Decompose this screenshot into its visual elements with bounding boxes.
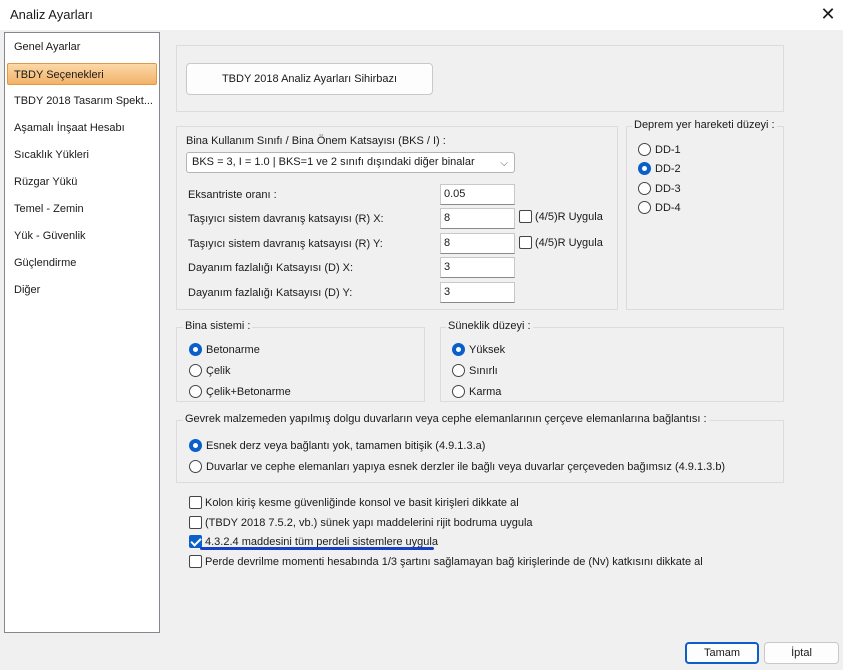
celik-label: Çelik	[206, 365, 231, 377]
title-bar: Analiz Ayarları ✕	[0, 0, 843, 30]
betonarme-radio[interactable]	[189, 343, 202, 356]
earthquake-level-panel	[626, 126, 784, 310]
dx-input[interactable]: 3	[440, 257, 515, 278]
window-title: Analiz Ayarları	[10, 7, 93, 22]
column-beam-shear-label: Kolon kiriş kesme güvenliğinde konsol ve…	[205, 497, 519, 509]
sinirli-label: Sınırlı	[469, 365, 498, 377]
sidebar-item-guclendirme[interactable]: Güçlendirme	[5, 252, 159, 274]
ductile-rigid-basement-checkbox[interactable]	[189, 516, 202, 529]
sidebar-item-genel-ayarlar[interactable]: Genel Ayarlar	[5, 36, 159, 58]
sidebar-item-yuk-guvenlik[interactable]: Yük - Güvenlik	[5, 225, 159, 247]
eccentricity-label: Eksantriste oranı :	[188, 189, 277, 201]
independent-walls-label: Duvarlar ve cephe elemanları yapıya esne…	[206, 461, 726, 473]
infill-walls-label: Gevrek malzemeden yapılmış dolgu duvarla…	[183, 413, 709, 425]
ductility-label: Süneklik düzeyi :	[446, 320, 533, 332]
dd2-label: DD-2	[655, 163, 681, 175]
eccentricity-input[interactable]: 0.05	[440, 184, 515, 205]
dd1-radio[interactable]	[638, 143, 651, 156]
dd4-radio[interactable]	[638, 201, 651, 214]
ok-button[interactable]: Tamam	[685, 642, 759, 664]
dy-label: Dayanım fazlalığı Katsayısı (D) Y:	[188, 287, 353, 299]
dx-label: Dayanım fazlalığı Katsayısı (D) X:	[188, 262, 354, 274]
rx-label: Taşıyıcı sistem davranış katsayısı (R) X…	[188, 213, 384, 225]
independent-walls-radio[interactable]	[189, 460, 202, 473]
ductile-rigid-basement-label: (TBDY 2018 7.5.2, vb.) sünek yapı maddel…	[205, 517, 533, 529]
dy-input[interactable]: 3	[440, 282, 515, 303]
rx-reduction-label: (4/5)R Uygula	[535, 211, 603, 223]
building-class-value: BKS = 3, I = 1.0 | BKS=1 ve 2 sınıfı dış…	[192, 156, 475, 168]
rx-reduction-checkbox[interactable]	[519, 210, 532, 223]
ry-reduction-label: (4/5)R Uygula	[535, 237, 603, 249]
rx-input[interactable]: 8	[440, 208, 515, 229]
close-icon[interactable]: ✕	[813, 0, 843, 30]
building-class-select[interactable]: BKS = 3, I = 1.0 | BKS=1 ve 2 sınıfı dış…	[186, 152, 515, 173]
karma-radio[interactable]	[452, 385, 465, 398]
dd1-label: DD-1	[655, 144, 681, 156]
dd3-label: DD-3	[655, 183, 681, 195]
celik-betonarme-radio[interactable]	[189, 385, 202, 398]
highlight-underline	[200, 547, 434, 550]
sidebar-item-ruzgar-yuku[interactable]: Rüzgar Yükü	[5, 171, 159, 193]
yuksek-label: Yüksek	[469, 344, 506, 356]
yuksek-radio[interactable]	[452, 343, 465, 356]
flexible-joint-radio[interactable]	[189, 439, 202, 452]
sidebar-item-temel-zemin[interactable]: Temel - Zemin	[5, 198, 159, 220]
wall-overturning-label: Perde devrilme momenti hesabında 1/3 şar…	[205, 556, 703, 568]
sidebar-item-tbdy-2018-tasarim-spektrumu[interactable]: TBDY 2018 Tasarım Spekt...	[5, 90, 159, 112]
celik-betonarme-label: Çelik+Betonarme	[206, 386, 291, 398]
sinirli-radio[interactable]	[452, 364, 465, 377]
cancel-button[interactable]: İptal	[764, 642, 839, 664]
chevron-down-icon: ⌵	[500, 158, 508, 169]
celik-radio[interactable]	[189, 364, 202, 377]
building-system-label: Bina sistemi :	[183, 320, 253, 332]
analysis-wizard-button[interactable]: TBDY 2018 Analiz Ayarları Sihirbazı	[186, 63, 433, 95]
building-class-label: Bina Kullanım Sınıfı / Bina Önem Katsayı…	[186, 135, 446, 147]
sidebar-item-tbdy-secenekleri[interactable]: TBDY Seçenekleri	[7, 63, 157, 85]
betonarme-label: Betonarme	[206, 344, 260, 356]
ry-reduction-checkbox[interactable]	[519, 236, 532, 249]
sidebar-item-sicaklik-yukleri[interactable]: Sıcaklık Yükleri	[5, 144, 159, 166]
dd4-label: DD-4	[655, 202, 681, 214]
column-beam-shear-checkbox[interactable]	[189, 496, 202, 509]
dd2-radio[interactable]	[638, 162, 651, 175]
ry-label: Taşıyıcı sistem davranış katsayısı (R) Y…	[188, 238, 383, 250]
sidebar-item-asamali-insaat-hesabi[interactable]: Aşamalı İnşaat Hesabı	[5, 117, 159, 139]
apply-4324-checkbox[interactable]	[189, 535, 202, 548]
earthquake-level-label: Deprem yer hareketi düzeyi :	[632, 119, 777, 131]
sidebar-item-diger[interactable]: Diğer	[5, 279, 159, 301]
flexible-joint-label: Esnek derz veya bağlantı yok, tamamen bi…	[206, 440, 486, 452]
ry-input[interactable]: 8	[440, 233, 515, 254]
wall-overturning-checkbox[interactable]	[189, 555, 202, 568]
karma-label: Karma	[469, 386, 502, 398]
dd3-radio[interactable]	[638, 182, 651, 195]
settings-sidebar: Genel Ayarlar TBDY Seçenekleri TBDY 2018…	[4, 32, 160, 633]
